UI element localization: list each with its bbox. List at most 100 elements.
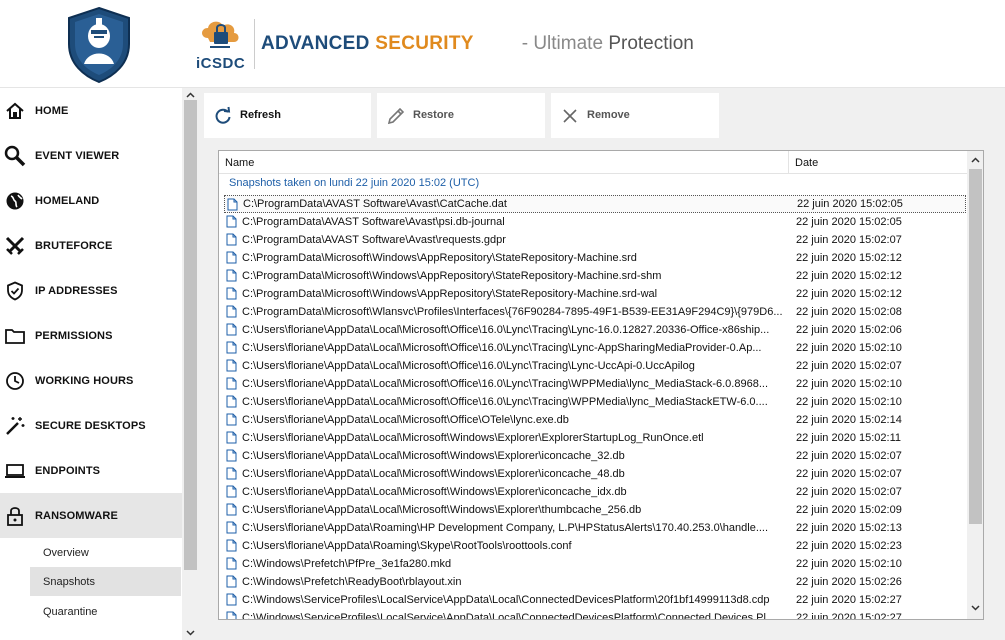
table-row[interactable]: C:\Users\floriane\AppData\Local\Microsof… (224, 411, 966, 429)
table-header: Name Date (219, 151, 967, 174)
column-header-name[interactable]: Name (219, 151, 789, 174)
brand-title-accent: SECURITY (375, 33, 474, 54)
sidebar-item-label: PERMISSIONS (35, 329, 113, 342)
file-icon (226, 521, 237, 534)
icsdc-text: iCSDC (196, 55, 246, 72)
table-scrollbar[interactable] (967, 151, 983, 619)
table-row[interactable]: C:\ProgramData\Microsoft\Windows\AppRepo… (224, 285, 966, 303)
sidebar-item-endpoints[interactable]: ENDPOINTS (0, 448, 182, 493)
folder-icon (4, 325, 26, 347)
file-icon (226, 575, 237, 588)
sidebar-item-secure-desktops[interactable]: SECURE DESKTOPS (0, 403, 182, 448)
snapshots-table: Name Date Snapshots taken on lundi 22 ju… (218, 150, 984, 620)
row-path: C:\Users\floriane\AppData\Local\Microsof… (242, 360, 695, 372)
sidebar-item-home[interactable]: HOME (0, 88, 182, 133)
restore-button[interactable]: Restore (377, 93, 545, 138)
remove-label: Remove (587, 109, 630, 121)
sidebar-item-working-hours[interactable]: WORKING HOURS (0, 358, 182, 403)
sidebar-scrollbar[interactable] (182, 88, 199, 640)
table-row[interactable]: C:\Users\floriane\AppData\Local\Microsof… (224, 321, 966, 339)
table-row[interactable]: C:\Users\floriane\AppData\Local\Microsof… (224, 465, 966, 483)
table-row[interactable]: C:\Windows\ServiceProfiles\LocalService\… (224, 591, 966, 609)
table-row[interactable]: C:\Users\floriane\AppData\Local\Microsof… (224, 501, 966, 519)
table-row[interactable]: C:\Users\floriane\AppData\Local\Microsof… (224, 357, 966, 375)
row-date: 22 juin 2020 15:02:07 (796, 360, 902, 372)
refresh-button[interactable]: Refresh (204, 93, 371, 138)
table-row[interactable]: C:\Windows\Prefetch\PfPre_3e1fa280.mkd 22… (224, 555, 966, 573)
sidebar-item-ransomware[interactable]: RANSOMWARE (0, 493, 182, 538)
table-row[interactable]: C:\ProgramData\AVAST Software\Avast\CatC… (224, 195, 966, 213)
row-date: 22 juin 2020 15:02:11 (796, 432, 901, 444)
table-row[interactable]: C:\ProgramData\Microsoft\Windows\AppRepo… (224, 249, 966, 267)
sidebar-item-homeland[interactable]: HOMELAND (0, 178, 182, 223)
refresh-icon (215, 106, 231, 124)
subitem-quarantine[interactable]: Quarantine (30, 597, 181, 626)
file-icon (226, 233, 237, 246)
table-row[interactable]: C:\Users\floriane\AppData\Roaming\HP Dev… (224, 519, 966, 537)
padlock-icon (4, 505, 26, 527)
row-date: 22 juin 2020 15:02:12 (796, 252, 902, 264)
subitem-overview[interactable]: Overview (30, 538, 181, 567)
row-path: C:\Users\floriane\AppData\Local\Microsof… (242, 414, 569, 426)
scroll-down-arrow-icon[interactable] (186, 628, 195, 637)
file-icon (226, 323, 237, 336)
scroll-down-arrow-icon[interactable] (971, 603, 980, 612)
group-header[interactable]: Snapshots taken on lundi 22 juin 2020 15… (229, 177, 479, 189)
table-row[interactable]: C:\ProgramData\Microsoft\Windows\AppRepo… (224, 267, 966, 285)
row-date: 22 juin 2020 15:02:12 (796, 288, 902, 300)
sidebar-item-ip-addresses[interactable]: IP ADDRESSES (0, 268, 182, 313)
file-icon (226, 413, 237, 426)
table-row[interactable]: C:\Users\floriane\AppData\Local\Microsof… (224, 483, 966, 501)
file-icon (226, 431, 237, 444)
row-path: C:\ProgramData\Microsoft\Windows\AppRepo… (242, 270, 662, 282)
subitem-snapshots[interactable]: Snapshots (30, 567, 181, 596)
table-row[interactable]: C:\Windows\ServiceProfiles\LocalService\… (224, 609, 966, 620)
row-date: 22 juin 2020 15:02:07 (796, 486, 902, 498)
table-row[interactable]: C:\ProgramData\AVAST Software\Avast\psi.… (224, 213, 966, 231)
table-row[interactable]: C:\Users\floriane\AppData\Local\Microsof… (224, 375, 966, 393)
pencil-icon (387, 107, 405, 125)
file-icon (226, 593, 237, 606)
file-icon (226, 305, 237, 318)
column-header-date[interactable]: Date (789, 151, 967, 174)
row-date: 22 juin 2020 15:02:07 (796, 468, 902, 480)
row-date: 22 juin 2020 15:02:06 (796, 324, 902, 336)
table-row[interactable]: C:\Users\floriane\AppData\Local\Microsof… (224, 339, 966, 357)
sidebar-item-event-viewer[interactable]: EVENT VIEWER (0, 133, 182, 178)
sidebar-item-label: IP ADDRESSES (35, 284, 118, 297)
sidebar-scrollbar-thumb[interactable] (184, 100, 197, 570)
row-path: C:\Users\floriane\AppData\Local\Microsof… (242, 450, 625, 462)
row-date: 22 juin 2020 15:02:07 (796, 234, 902, 246)
file-icon (226, 467, 237, 480)
scroll-up-arrow-icon[interactable] (186, 91, 195, 100)
row-date: 22 juin 2020 15:02:26 (796, 576, 902, 588)
sidebar-item-bruteforce[interactable]: BRUTEFORCE (0, 223, 182, 268)
row-path: C:\ProgramData\Microsoft\Windows\AppRepo… (242, 252, 637, 264)
table-row[interactable]: C:\Windows\Prefetch\ReadyBoot\rblayout.x… (224, 573, 966, 591)
remove-button[interactable]: Remove (551, 93, 719, 138)
row-date: 22 juin 2020 15:02:27 (796, 594, 902, 606)
sidebar-item-permissions[interactable]: PERMISSIONS (0, 313, 182, 358)
table-row[interactable]: C:\Users\floriane\AppData\Local\Microsof… (224, 393, 966, 411)
brand-title-main: ADVANCED (261, 33, 370, 54)
row-path: C:\Windows\ServiceProfiles\LocalService\… (242, 612, 776, 620)
row-date: 22 juin 2020 15:02:23 (796, 540, 902, 552)
row-date: 22 juin 2020 15:02:13 (796, 522, 902, 534)
table-row[interactable]: C:\Users\floriane\AppData\Local\Microsof… (224, 429, 966, 447)
row-path: C:\Users\floriane\AppData\Local\Microsof… (242, 324, 770, 336)
row-path: C:\Users\floriane\AppData\Local\Microsof… (242, 504, 642, 516)
row-date: 22 juin 2020 15:02:08 (796, 306, 902, 318)
table-row[interactable]: C:\ProgramData\AVAST Software\Avast\requ… (224, 231, 966, 249)
file-icon (226, 557, 237, 570)
file-icon (226, 611, 237, 619)
table-scrollbar-thumb[interactable] (969, 169, 982, 524)
table-row[interactable]: C:\ProgramData\Microsoft\Wlansvc\Profile… (224, 303, 966, 321)
scroll-up-arrow-icon[interactable] (971, 156, 980, 165)
app-window: iCSDC ADVANCED SECURITY - Ultimate Prote… (0, 0, 1005, 640)
row-date: 22 juin 2020 15:02:14 (796, 414, 902, 426)
row-date: 22 juin 2020 15:02:10 (796, 342, 902, 354)
row-date: 22 juin 2020 15:02:10 (796, 396, 902, 408)
sidebar-item-label: BRUTEFORCE (35, 239, 113, 252)
table-row[interactable]: C:\Users\floriane\AppData\Local\Microsof… (224, 447, 966, 465)
table-row[interactable]: C:\Users\floriane\AppData\Roaming\Skype\… (224, 537, 966, 555)
